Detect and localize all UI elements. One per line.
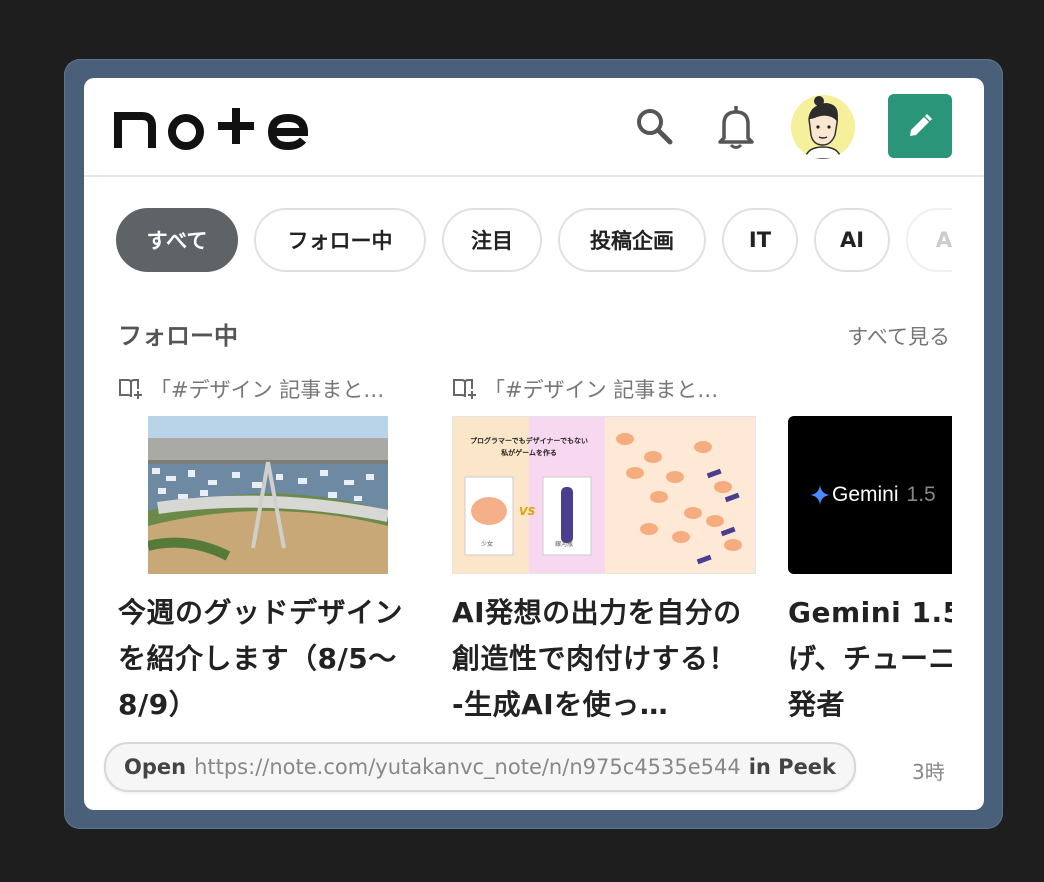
see-all-link[interactable]: すべて見る	[847, 321, 950, 351]
peek-open-label: Open	[124, 755, 187, 779]
magazine-label: 「#デザイン 記事まと…	[118, 374, 384, 404]
article-thumbnail[interactable]: Gemini 1.5	[788, 416, 952, 574]
article-title[interactable]: AI発想の出力を自分の創造性で肉付けする！ -生成AIを使っ…	[452, 590, 752, 728]
open-in-peek-bar[interactable]: Open https://note.com/yutakanvc_note/n/n…	[104, 742, 857, 792]
magazine-label: 「#デザイン 記事まと…	[452, 374, 718, 404]
article-thumbnail[interactable]: プログラマーでもデザイナーでもない 私がゲームを作る VS 少女 銀河瓶	[452, 416, 756, 574]
article-title[interactable]: Gemini 1.5 の値下げ、チューニング、開発者	[788, 590, 952, 728]
tab-all[interactable]: すべて	[116, 208, 238, 272]
gemini-version: 1.5	[906, 483, 936, 506]
article-thumbnail[interactable]	[148, 416, 388, 574]
tab-contests[interactable]: 投稿企画	[558, 208, 706, 272]
tab-ai[interactable]: AI	[814, 208, 890, 272]
gemini-sparkle-icon	[810, 485, 830, 505]
thumb-right-label: 銀河瓶	[555, 541, 574, 548]
section-title: フォロー中	[118, 322, 238, 350]
magazine-name: 「#デザイン 記事まと…	[150, 378, 385, 402]
magazine-add-icon	[119, 379, 142, 399]
tab-next[interactable]: A	[906, 208, 952, 272]
write-post-button[interactable]	[888, 94, 952, 158]
article-timestamp: 3時	[912, 760, 945, 784]
thumb-vs: VS	[519, 505, 536, 518]
tab-featured[interactable]: 注目	[442, 208, 542, 272]
user-avatar[interactable]	[791, 95, 855, 159]
peek-in-peek-label: in Peek	[748, 755, 837, 779]
tab-it[interactable]: IT	[722, 208, 798, 272]
peek-url: https://note.com/yutakanvc_note/n/n975c4…	[194, 755, 741, 779]
thumb-left-label: 少女	[481, 541, 494, 548]
note-logo[interactable]	[114, 102, 314, 150]
thumb-headline: プログラマーでもデザイナーでもない 私がゲームを作る	[469, 437, 589, 457]
bell-icon[interactable]	[716, 104, 756, 154]
header	[84, 78, 984, 177]
note-popup: すべて フォロー中 注目 投稿企画 IT AI A フォロー中 すべて見る 「#…	[84, 78, 984, 810]
search-icon[interactable]	[634, 106, 674, 150]
magazine-name: 「#デザイン 記事まと…	[484, 378, 719, 402]
category-tabs: すべて フォロー中 注目 投稿企画 IT AI A	[116, 208, 952, 276]
pencil-icon	[910, 113, 933, 136]
gemini-brand: Gemini	[832, 483, 899, 506]
magazine-add-icon	[453, 379, 476, 399]
tab-following[interactable]: フォロー中	[254, 208, 426, 272]
article-card[interactable]: Gemini 1.5 Gemini 1.5 の値下げ、チューニング、開発者	[788, 374, 952, 734]
article-title[interactable]: 今週のグッドデザインを紹介します（8/5〜8/9）	[118, 590, 418, 728]
